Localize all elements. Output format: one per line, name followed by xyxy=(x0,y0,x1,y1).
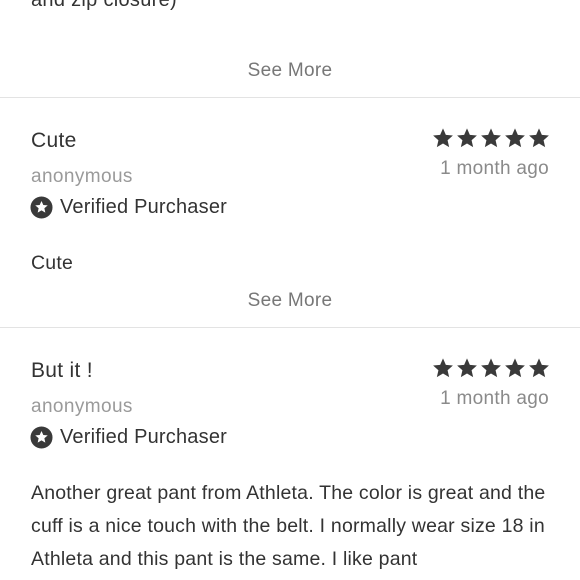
see-more-link[interactable]: See More xyxy=(0,290,580,312)
star-icon xyxy=(505,128,525,148)
review-author: anonymous xyxy=(31,396,133,417)
verified-label: Verified Purchaser xyxy=(60,196,228,218)
review-title: But it ! xyxy=(31,359,93,382)
star-icon xyxy=(529,358,549,378)
review-body: Another great pant from Athleta. The col… xyxy=(31,482,546,570)
review-author: anonymous xyxy=(31,166,133,187)
star-rating xyxy=(432,357,550,379)
star-icon xyxy=(529,128,549,148)
review-date: 1 month ago xyxy=(440,158,549,179)
star-rating xyxy=(432,127,550,149)
star-icon xyxy=(433,128,453,148)
review-date: 1 month ago xyxy=(440,388,549,409)
verified-purchaser-badge: Verified Purchaser xyxy=(30,196,227,219)
star-icon xyxy=(481,358,501,378)
review-body: Cute xyxy=(31,252,73,274)
verified-star-badge-icon xyxy=(30,426,53,449)
star-icon xyxy=(433,358,453,378)
divider xyxy=(0,97,580,98)
divider xyxy=(0,327,580,328)
see-more-link[interactable]: See More xyxy=(0,60,580,82)
star-icon xyxy=(505,358,525,378)
previous-review-body-tail: and zip closure) xyxy=(31,0,177,11)
verified-star-badge-icon xyxy=(30,196,53,219)
verified-label: Verified Purchaser xyxy=(60,426,228,448)
star-icon xyxy=(481,128,501,148)
star-icon xyxy=(457,128,477,148)
review-title: Cute xyxy=(31,129,77,152)
verified-purchaser-badge: Verified Purchaser xyxy=(30,426,227,449)
star-icon xyxy=(457,358,477,378)
